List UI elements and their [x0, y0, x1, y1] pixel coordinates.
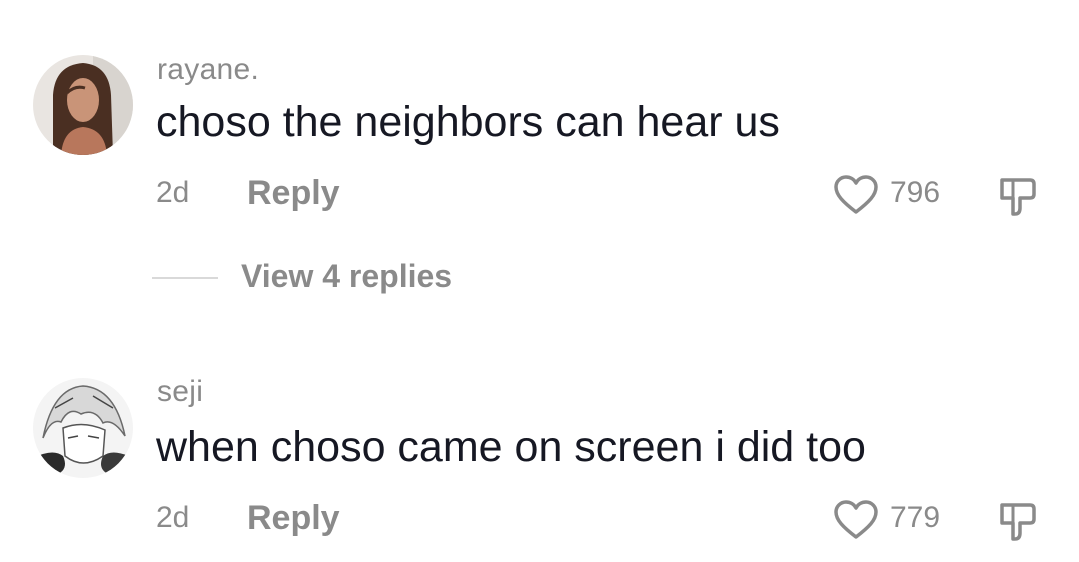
anime-drawing-avatar-icon [33, 378, 133, 478]
comment-item: seji when choso came on screen i did too… [0, 330, 1079, 562]
reply-button[interactable]: Reply [247, 174, 340, 213]
reply-button[interactable]: Reply [247, 499, 340, 538]
dislike-button[interactable] [996, 174, 1040, 218]
comment-item: rayane. choso the neighbors can hear us … [0, 0, 1079, 330]
like-button[interactable] [833, 174, 879, 216]
user-photo-avatar-icon [33, 55, 133, 155]
comment-timestamp: 2d [156, 501, 190, 534]
thumbs-down-icon [1000, 503, 1036, 541]
dislike-button[interactable] [996, 499, 1040, 543]
comment-username[interactable]: seji [157, 375, 203, 409]
heart-outline-icon [834, 500, 878, 539]
heart-outline-icon [834, 175, 878, 214]
comment-timestamp: 2d [156, 176, 190, 209]
view-replies-label: View 4 replies [241, 258, 453, 294]
avatar[interactable] [33, 378, 133, 478]
comment-text: when choso came on screen i did too [156, 423, 866, 471]
comment-text: choso the neighbors can hear us [156, 98, 780, 146]
avatar[interactable] [33, 55, 133, 155]
comment-actions: 2d Reply 796 [0, 168, 1079, 218]
thumbs-down-icon [1000, 178, 1036, 216]
like-count: 779 [890, 501, 941, 534]
comment-username[interactable]: rayane. [157, 53, 259, 87]
like-button[interactable] [833, 499, 879, 541]
like-count: 796 [890, 176, 941, 209]
replies-divider [152, 277, 218, 279]
view-replies-button[interactable]: View 4 replies [152, 258, 552, 298]
comment-actions: 2d Reply 779 [0, 493, 1079, 543]
